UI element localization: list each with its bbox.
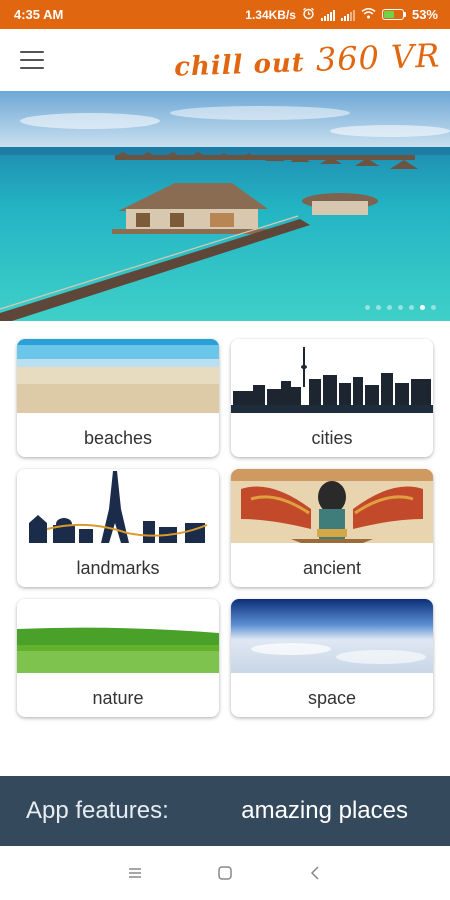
app-bar: chill out 360 VR — [0, 29, 450, 91]
status-bar: 4:35 AM 1.34KB/s 53% — [0, 0, 450, 29]
category-label: nature — [92, 688, 144, 708]
alarm-icon — [302, 7, 315, 23]
app-logo: chill out 360 VR — [173, 36, 440, 83]
category-card-cities[interactable]: cities — [231, 339, 433, 457]
back-icon[interactable] — [295, 853, 335, 893]
home-icon[interactable] — [205, 853, 245, 893]
category-card-nature[interactable]: nature — [17, 599, 219, 717]
carousel-dot[interactable] — [387, 305, 392, 310]
hero-image — [0, 91, 450, 321]
carousel-dot[interactable] — [376, 305, 381, 310]
category-label: beaches — [83, 428, 153, 448]
carousel-dots — [365, 305, 436, 310]
hero-carousel[interactable] — [0, 91, 450, 321]
features-label: App features: — [26, 797, 169, 824]
category-label: landmarks — [76, 558, 160, 578]
battery-percent: 53% — [411, 7, 438, 22]
carousel-dot[interactable] — [420, 305, 425, 310]
features-value: amazing places — [241, 797, 408, 824]
signal-icon — [320, 9, 335, 21]
status-icons: 1.34KB/s 53% — [245, 7, 438, 23]
category-card-landmarks[interactable]: landmarks — [17, 469, 219, 587]
menu-icon[interactable] — [20, 51, 44, 69]
category-card-ancient[interactable]: ancient — [231, 469, 433, 587]
nature-thumbnail — [17, 599, 219, 673]
category-label: ancient — [302, 558, 362, 578]
space-thumbnail — [231, 599, 433, 673]
category-card-space[interactable]: space — [231, 599, 433, 717]
features-banner: App features: amazing places — [0, 776, 450, 846]
status-time: 4:35 AM — [14, 7, 64, 22]
battery-icon — [381, 9, 406, 20]
wifi-icon — [361, 7, 376, 22]
carousel-dot[interactable] — [431, 305, 436, 310]
category-card-beaches[interactable]: beaches — [17, 339, 219, 457]
category-label: space — [307, 688, 357, 708]
network-speed: 1.34KB/s — [245, 7, 296, 22]
recents-icon[interactable] — [115, 853, 155, 893]
carousel-dot[interactable] — [409, 305, 414, 310]
app-logo-script: chill out — [173, 48, 306, 83]
ancient-thumbnail — [231, 469, 433, 543]
signal-icon — [340, 9, 355, 21]
category-label: cities — [311, 428, 353, 448]
carousel-dot[interactable] — [365, 305, 370, 310]
landmarks-thumbnail — [17, 469, 219, 543]
cities-thumbnail — [231, 339, 433, 413]
system-nav-bar — [0, 846, 450, 900]
beaches-thumbnail — [17, 339, 219, 413]
carousel-dot[interactable] — [398, 305, 403, 310]
app-logo-main: 360 VR — [314, 36, 441, 79]
